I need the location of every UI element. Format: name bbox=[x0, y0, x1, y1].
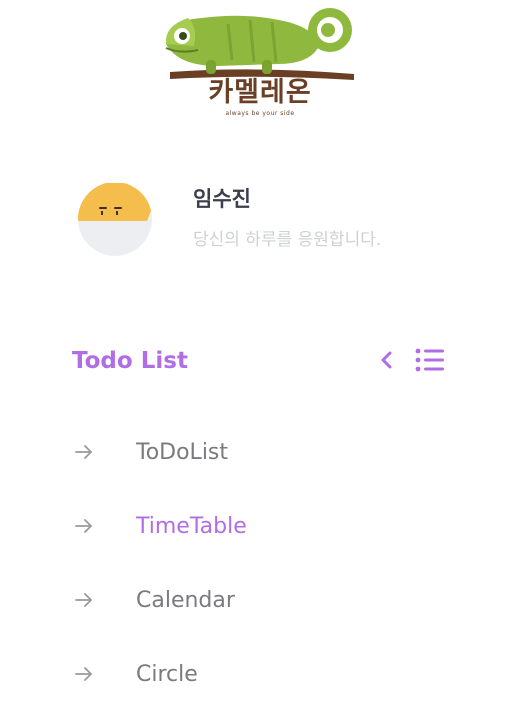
arrow-right-icon bbox=[75, 593, 92, 607]
nav-item-circle[interactable]: Circle bbox=[74, 654, 474, 728]
chevron-left-icon[interactable] bbox=[378, 348, 394, 372]
nav-item-calendar[interactable]: Calendar bbox=[74, 580, 474, 654]
brand-logo: 카멜레온 always be your side bbox=[158, 4, 362, 122]
arrow-right-icon bbox=[75, 445, 92, 459]
todo-nav: ToDoList TimeTable Calendar Circle bbox=[74, 432, 474, 728]
todo-section-header: Todo List bbox=[72, 340, 444, 380]
nav-label: ToDoList bbox=[136, 440, 229, 465]
arrow-right-icon bbox=[75, 519, 92, 533]
logo-text: 카멜레온 bbox=[208, 77, 312, 108]
user-name: 임수진 bbox=[193, 187, 251, 211]
section-title: Todo List bbox=[72, 348, 188, 374]
sleepy-face-icon[interactable] bbox=[75, 183, 155, 257]
nav-label: Circle bbox=[136, 662, 198, 687]
nav-label: Calendar bbox=[136, 588, 235, 613]
arrow-right-icon bbox=[75, 667, 92, 681]
logo-tagline: always be your side bbox=[225, 110, 295, 117]
user-message: 당신의 하루를 응원합니다. bbox=[193, 230, 382, 250]
nav-item-timetable[interactable]: TimeTable bbox=[74, 506, 474, 580]
nav-label-active: TimeTable bbox=[136, 514, 247, 539]
list-icon[interactable] bbox=[415, 348, 445, 372]
nav-item-todolist[interactable]: ToDoList bbox=[74, 432, 474, 506]
chameleon-icon bbox=[165, 8, 354, 80]
